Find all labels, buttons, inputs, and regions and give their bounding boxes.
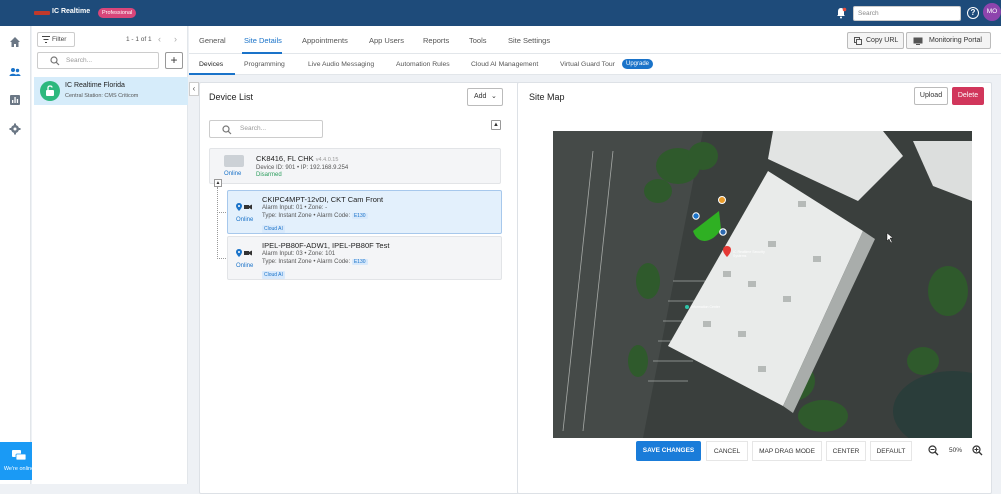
subtab-automation-rules[interactable]: Automation Rules [396, 61, 450, 68]
cloud-ai-tag: Cloud AI [262, 225, 285, 233]
subtab-virtual-guard-tour[interactable]: Virtual Guard Tour [560, 61, 615, 68]
site-map-title: Site Map [529, 92, 565, 102]
alarm-code: E130 [351, 259, 368, 265]
site-map-canvas[interactable]: IC Realtime Security Systems Information… [553, 131, 972, 438]
tab-app-users[interactable]: App Users [369, 36, 404, 45]
hub-name: CK8416, FL CHK v4.4.0.15 [256, 154, 339, 163]
global-search-input[interactable]: Search [853, 6, 961, 21]
upgrade-badge[interactable]: Upgrade [622, 59, 654, 69]
tab-site-settings[interactable]: Site Settings [508, 36, 550, 45]
camera-location-icon [236, 249, 252, 257]
chevron-down-icon: ⌄ [491, 93, 497, 100]
subtab-programming[interactable]: Programming [244, 61, 285, 68]
tab-general[interactable]: General [199, 36, 226, 45]
panel-device-icon [224, 155, 244, 167]
map-drag-mode-button[interactable]: MAP DRAG MODE [752, 441, 822, 461]
aerial-map-image [553, 131, 972, 438]
hub-online-status: Online [224, 171, 242, 177]
search-icon [222, 125, 232, 135]
scroll-up-button[interactable]: ▲ [491, 120, 501, 130]
brand-name: IC Realtime [52, 8, 91, 15]
add-device-dropdown[interactable]: Add ⌄ [467, 88, 503, 106]
alarm-code: E130 [351, 213, 368, 219]
main-tabs: General Site Details Appointments App Us… [189, 26, 1001, 54]
camera-alarm-input: Alarm Input: 03 • Zone: 101 [262, 251, 336, 257]
hub-arm-status: Disarmed [256, 172, 282, 178]
tree-collapse-toggle[interactable]: ▲ [214, 179, 222, 187]
upload-button[interactable]: Upload [914, 87, 948, 105]
cloud-ai-tag: Cloud AI [262, 271, 285, 279]
next-page-button[interactable]: › [174, 34, 177, 44]
filter-button[interactable]: Filter [37, 32, 75, 47]
default-button[interactable]: DEFAULT [870, 441, 912, 461]
tree-line [217, 187, 218, 257]
reports-icon[interactable] [9, 94, 21, 106]
active-subtab-indicator [189, 73, 235, 75]
center-button[interactable]: CENTER [826, 441, 866, 461]
camera-online-status: Online [236, 217, 254, 223]
map-label-info-center: Information Center [691, 305, 720, 309]
camera-alarm-input: Alarm Input: 01 • Zone: - [262, 205, 328, 211]
device-search-input[interactable]: Search... [209, 120, 323, 138]
search-icon [50, 56, 60, 66]
users-icon[interactable] [9, 66, 21, 78]
subtab-live-audio[interactable]: Live Audio Messaging [308, 61, 374, 68]
camera-online-status: Online [236, 263, 254, 269]
camera-type-line: Type: Instant Zone • Alarm Code: E130 [262, 259, 368, 265]
camera-type-line: Type: Instant Zone • Alarm Code: E130 [262, 213, 368, 219]
device-list-title: Device List [209, 92, 254, 102]
hub-id-ip: Device ID: 901 • IP: 192.168.9.254 [256, 165, 349, 171]
settings-icon[interactable] [9, 123, 21, 135]
camera-device-card[interactable]: Online CKIPC4MPT-12vDI, CKT Cam Front Al… [227, 190, 502, 234]
site-list-panel: Filter 1 - 1 of 1 ‹ › Search... + IC Rea… [32, 26, 188, 484]
prev-page-button[interactable]: ‹ [158, 34, 161, 44]
tab-tools[interactable]: Tools [469, 36, 487, 45]
main-content: General Site Details Appointments App Us… [189, 26, 1001, 494]
zoom-in-icon[interactable] [972, 445, 983, 456]
user-avatar[interactable]: MO [983, 3, 1001, 21]
map-label-company: IC Realtime Security Systems [733, 250, 765, 258]
monitoring-portal-button[interactable]: Monitoring Portal [906, 32, 991, 49]
home-icon[interactable] [9, 36, 21, 48]
copy-url-button[interactable]: Copy URL [847, 32, 904, 49]
monitor-icon [913, 37, 923, 45]
subtab-devices[interactable]: Devices [199, 61, 223, 68]
brand-logo [34, 11, 50, 15]
left-nav [0, 26, 31, 484]
filter-icon [42, 36, 50, 43]
site-map-panel: Site Map Upload Delete IC Realtime Secur… [517, 82, 992, 494]
pager-text: 1 - 1 of 1 [126, 36, 152, 43]
tree-line [217, 258, 226, 259]
sub-tabs: Devices Programming Live Audio Messaging… [189, 54, 1001, 75]
chat-icon [12, 450, 26, 461]
site-search-input[interactable]: Search... [37, 52, 159, 69]
tab-appointments[interactable]: Appointments [302, 36, 348, 45]
delete-button[interactable]: Delete [952, 87, 984, 105]
hub-device-card[interactable]: Online CK8416, FL CHK v4.4.0.15 Device I… [209, 148, 501, 184]
site-name: IC Realtime Florida [65, 82, 125, 89]
tree-line [217, 212, 226, 213]
plan-badge: Professional [98, 8, 137, 18]
site-unlocked-icon [40, 81, 60, 101]
save-changes-button[interactable]: SAVE CHANGES [636, 441, 701, 461]
tab-site-details[interactable]: Site Details [244, 36, 282, 45]
zoom-out-icon[interactable] [928, 445, 939, 456]
site-list-item[interactable]: IC Realtime Florida Central Station: CMS… [34, 77, 188, 105]
copy-icon [854, 37, 862, 45]
camera-device-card[interactable]: Online IPEL-PB80F-ADW1, IPEL-PB80F Test … [227, 236, 502, 280]
help-icon[interactable]: ? [967, 7, 979, 19]
cancel-button[interactable]: CANCEL [706, 441, 748, 461]
top-bar: IC Realtime Professional Search ? MO [0, 0, 1001, 26]
notification-bell-icon[interactable] [835, 7, 847, 19]
camera-name: CKIPC4MPT-12vDI, CKT Cam Front [262, 195, 384, 204]
camera-name: IPEL-PB80F-ADW1, IPEL-PB80F Test [262, 241, 390, 250]
camera-location-icon [236, 203, 252, 211]
add-site-button[interactable]: + [165, 52, 183, 69]
zoom-level: 50% [949, 447, 963, 454]
subtab-cloud-ai[interactable]: Cloud AI Management [471, 61, 538, 68]
tab-reports[interactable]: Reports [423, 36, 449, 45]
chat-label: We're online [3, 466, 35, 472]
site-central-station: Central Station: CMS Criticom [65, 93, 139, 99]
collapse-panel-button[interactable]: ‹ [189, 82, 199, 96]
